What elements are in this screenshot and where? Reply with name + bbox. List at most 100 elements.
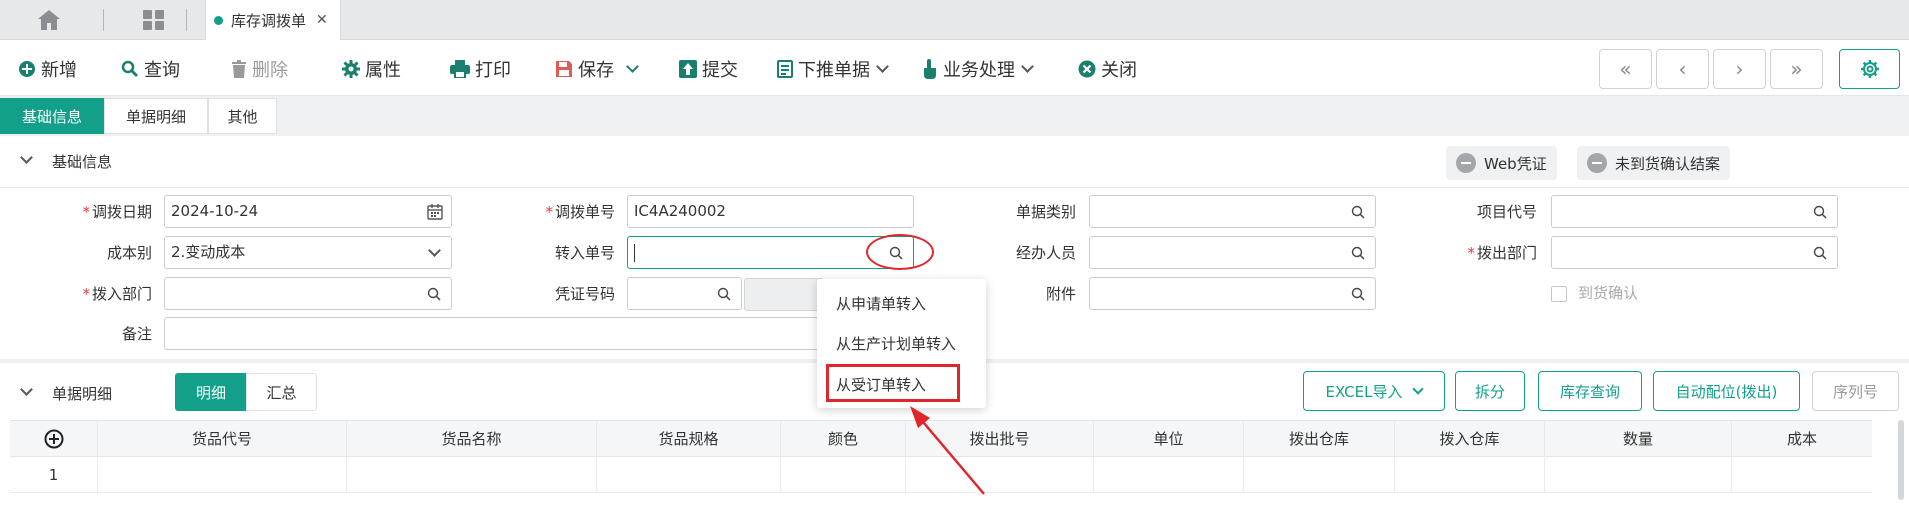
transfer-date-value: 2024-10-24 xyxy=(171,202,259,220)
col-color[interactable]: 颜色 xyxy=(781,421,906,457)
properties-button[interactable]: 属性 xyxy=(342,55,401,83)
search-icon[interactable] xyxy=(1351,246,1365,260)
col-cost[interactable]: 成本 xyxy=(1732,421,1872,457)
cell-item-code[interactable] xyxy=(98,457,347,493)
push-down-button[interactable]: 下推单据 xyxy=(777,55,889,83)
menu-item-from-request[interactable]: 从申请单转入 xyxy=(836,289,926,319)
vertical-scrollbar[interactable] xyxy=(1898,420,1904,500)
voucher-no-field[interactable] xyxy=(627,277,742,310)
cell-color[interactable] xyxy=(781,457,906,493)
business-process-button[interactable]: 业务处理 xyxy=(922,55,1034,83)
stock-query-button[interactable]: 库存查询 xyxy=(1538,371,1642,411)
search-icon[interactable] xyxy=(1351,205,1365,219)
seg-summary[interactable]: 汇总 xyxy=(246,373,317,411)
remark-field[interactable] xyxy=(164,317,824,350)
tab-basic-info[interactable]: 基础信息 xyxy=(0,98,104,134)
separator xyxy=(103,9,104,31)
col-unit[interactable]: 单位 xyxy=(1094,421,1244,457)
doc-type-label: 单据类别 xyxy=(1015,203,1076,221)
project-code-field[interactable] xyxy=(1551,195,1838,228)
collapse-chevron-icon[interactable] xyxy=(20,383,33,396)
query-label: 查询 xyxy=(144,60,180,81)
collapse-chevron-icon[interactable] xyxy=(20,151,33,164)
search-icon[interactable] xyxy=(427,287,441,301)
cell-in-warehouse[interactable] xyxy=(1395,457,1545,493)
handler-field[interactable] xyxy=(1089,236,1376,269)
doc-type-field[interactable] xyxy=(1089,195,1376,228)
col-in-warehouse[interactable]: 拨入仓库 xyxy=(1395,421,1545,457)
cell-item-name[interactable] xyxy=(347,457,597,493)
chevron-down-icon xyxy=(626,59,639,73)
serial-no-button[interactable]: 序列号 xyxy=(1812,371,1899,411)
settings-button[interactable] xyxy=(1839,49,1900,89)
transfer-date-field[interactable]: 2024-10-24 xyxy=(164,195,452,228)
in-dept-label: * 拨入部门 xyxy=(82,285,152,303)
project-code-label: 项目代号 xyxy=(1476,203,1537,221)
cell-quantity[interactable] xyxy=(1545,457,1732,493)
hand-pointer-icon xyxy=(922,59,938,79)
business-label: 业务处理 xyxy=(943,60,1015,81)
auto-allocate-button[interactable]: 自动配位(拨出) xyxy=(1653,371,1800,411)
col-quantity[interactable]: 数量 xyxy=(1545,421,1732,457)
delete-label: 删除 xyxy=(252,60,288,81)
delete-button[interactable]: 删除 xyxy=(231,55,288,83)
query-button[interactable]: 查询 xyxy=(121,55,180,83)
grid-icon[interactable] xyxy=(142,9,166,31)
transfer-date-label: * 调拨日期 xyxy=(82,203,152,221)
cost-type-label: 成本别 xyxy=(106,244,152,262)
seg-detail[interactable]: 明细 xyxy=(175,373,247,411)
section-tabs: 基础信息 单据明细 其他 xyxy=(0,96,1909,136)
search-icon[interactable] xyxy=(1351,287,1365,301)
cell-unit[interactable] xyxy=(1094,457,1244,493)
new-button[interactable]: 新增 xyxy=(18,55,77,83)
close-button[interactable]: 关闭 xyxy=(1078,55,1137,83)
tab-other[interactable]: 其他 xyxy=(208,98,277,134)
transfer-no-label: * 调拨单号 xyxy=(545,203,615,221)
arrival-confirm-checkbox[interactable] xyxy=(1551,286,1567,302)
minus-circle-icon xyxy=(1587,153,1607,173)
attachment-field[interactable] xyxy=(1089,277,1376,310)
tab-inventory-transfer[interactable]: 库存调拨单 ✕ xyxy=(205,0,341,40)
search-icon[interactable] xyxy=(1813,205,1827,219)
submit-button[interactable]: 提交 xyxy=(679,55,738,83)
cost-type-value: 2.变动成本 xyxy=(171,243,246,261)
save-button[interactable]: 保存 xyxy=(555,55,639,83)
next-record-button[interactable]: › xyxy=(1713,49,1766,89)
search-icon[interactable] xyxy=(1813,246,1827,260)
toolbar: 新增 查询 删除 属性 打印 保存 提交 下推单据 业务处理 关闭 « ‹ › xyxy=(0,40,1909,96)
search-icon[interactable] xyxy=(717,287,731,301)
first-record-button[interactable]: « xyxy=(1599,49,1652,89)
col-item-spec[interactable]: 货品规格 xyxy=(597,421,781,457)
cost-type-select[interactable]: 2.变动成本 xyxy=(164,236,452,269)
col-out-warehouse[interactable]: 拨出仓库 xyxy=(1244,421,1395,457)
last-record-button[interactable]: » xyxy=(1770,49,1823,89)
home-icon[interactable] xyxy=(36,8,62,32)
web-voucher-button[interactable]: Web凭证 xyxy=(1446,146,1557,180)
plus-circle-icon[interactable] xyxy=(44,429,64,449)
out-dept-field[interactable] xyxy=(1551,236,1838,269)
submit-label: 提交 xyxy=(702,60,738,81)
prev-record-button[interactable]: ‹ xyxy=(1656,49,1709,89)
minus-circle-icon xyxy=(1456,153,1476,173)
tab-doc-detail[interactable]: 单据明细 xyxy=(104,98,208,134)
excel-import-button[interactable]: EXCEL导入 xyxy=(1303,371,1445,411)
cell-out-warehouse[interactable] xyxy=(1244,457,1395,493)
cell-cost[interactable] xyxy=(1732,457,1872,493)
transfer-no-field[interactable]: IC4A240002 xyxy=(627,195,914,228)
in-dept-field[interactable] xyxy=(164,277,452,310)
transfer-in-no-label: 转入单号 xyxy=(554,244,615,262)
col-item-name[interactable]: 货品名称 xyxy=(347,421,597,457)
excel-import-label: EXCEL导入 xyxy=(1325,382,1403,401)
close-tab-icon[interactable]: ✕ xyxy=(316,12,328,28)
not-arrived-close-button[interactable]: 未到货确认结案 xyxy=(1577,146,1731,180)
print-button[interactable]: 打印 xyxy=(450,55,511,83)
calendar-icon[interactable] xyxy=(427,204,443,220)
split-button[interactable]: 拆分 xyxy=(1455,371,1525,411)
divider xyxy=(0,187,1909,188)
voucher-no-label: 凭证号码 xyxy=(554,285,615,303)
col-item-code[interactable]: 货品代号 xyxy=(98,421,347,457)
chevron-down-icon xyxy=(1412,382,1425,395)
menu-item-from-production-plan[interactable]: 从生产计划单转入 xyxy=(836,329,956,359)
cell-item-spec[interactable] xyxy=(597,457,781,493)
upload-icon xyxy=(679,60,697,78)
